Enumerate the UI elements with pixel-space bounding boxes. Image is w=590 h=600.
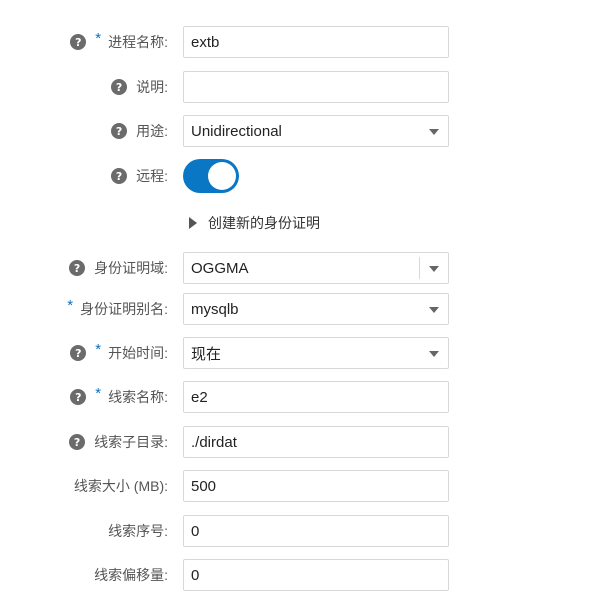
trail-offset-value: 0 — [191, 566, 200, 584]
trail-size-label: 线索大小 (MB): — [73, 478, 168, 494]
remote-label: 远程: — [136, 168, 168, 184]
toggle-knob — [208, 162, 236, 190]
trail-seq-value: 0 — [191, 522, 200, 540]
credential-domain-row: ? 身份证明域: OGGMA — [0, 252, 590, 284]
trail-name-row: ? * 线索名称: e2 — [0, 381, 590, 413]
start-time-row: ? * 开始时间: 现在 — [0, 337, 590, 369]
description-label: 说明: — [136, 79, 168, 95]
help-icon[interactable]: ? — [70, 345, 87, 361]
trail-offset-row: 线索偏移量: 0 — [0, 559, 590, 591]
process-name-row: ? * 进程名称: extb — [0, 26, 590, 58]
credential-alias-row: * 身份证明别名: mysqlb — [0, 293, 590, 325]
trail-size-row: 线索大小 (MB): 500 — [0, 470, 590, 502]
start-time-label: 开始时间: — [108, 345, 168, 361]
purpose-value: Unidirectional — [191, 122, 282, 140]
description-row: ? 说明: — [0, 71, 590, 103]
chevron-down-icon — [429, 351, 439, 357]
trail-subdir-value: ./dirdat — [191, 433, 237, 451]
process-name-value: extb — [191, 33, 220, 51]
purpose-select[interactable]: Unidirectional — [183, 115, 449, 147]
trail-seq-label: 线索序号: — [108, 523, 168, 539]
trail-size-value: 500 — [191, 477, 217, 495]
chevron-down-icon — [429, 307, 439, 313]
caret-right-icon — [189, 217, 197, 229]
process-name-input[interactable]: extb — [183, 26, 449, 58]
trail-subdir-input[interactable]: ./dirdat — [183, 426, 449, 458]
remote-row: ? 远程: — [0, 159, 590, 193]
trail-name-value: e2 — [191, 388, 208, 406]
start-time-select[interactable]: 现在 — [183, 337, 449, 369]
purpose-label: 用途: — [136, 123, 168, 139]
purpose-row: ? 用途: Unidirectional — [0, 115, 590, 147]
chevron-down-icon[interactable] — [429, 266, 439, 272]
required-marker: * — [67, 296, 74, 314]
trail-seq-row: 线索序号: 0 — [0, 515, 590, 547]
help-icon[interactable]: ? — [111, 168, 128, 184]
credential-alias-select[interactable]: mysqlb — [183, 293, 449, 325]
help-icon[interactable]: ? — [111, 123, 128, 139]
trail-offset-input[interactable]: 0 — [183, 559, 449, 591]
help-icon[interactable]: ? — [70, 34, 87, 50]
credential-domain-value: OGGMA — [191, 259, 249, 277]
remote-toggle[interactable] — [183, 159, 239, 193]
credential-alias-value: mysqlb — [191, 300, 239, 318]
create-credential-label: 创建新的身份证明 — [208, 215, 320, 231]
chevron-down-icon — [429, 129, 439, 135]
credential-domain-label: 身份证明域: — [94, 260, 168, 276]
trail-name-label: 线索名称: — [108, 389, 168, 405]
help-icon[interactable]: ? — [69, 260, 86, 276]
trail-size-input[interactable]: 500 — [183, 470, 449, 502]
trail-offset-label: 线索偏移量: — [94, 567, 168, 583]
required-marker: * — [95, 340, 102, 358]
required-marker: * — [95, 29, 102, 47]
divider — [419, 257, 420, 279]
trail-seq-input[interactable]: 0 — [183, 515, 449, 547]
help-icon[interactable]: ? — [111, 79, 128, 95]
process-name-label: 进程名称: — [108, 34, 168, 50]
start-time-value: 现在 — [191, 345, 222, 363]
create-credential-expander[interactable]: 创建新的身份证明 — [189, 213, 320, 233]
help-icon[interactable]: ? — [69, 434, 86, 450]
description-input[interactable] — [183, 71, 449, 103]
help-icon[interactable]: ? — [70, 389, 87, 405]
trail-subdir-label: 线索子目录: — [94, 434, 168, 450]
trail-subdir-row: ? 线索子目录: ./dirdat — [0, 426, 590, 458]
credential-alias-label: 身份证明别名: — [80, 301, 168, 317]
credential-domain-combobox[interactable]: OGGMA — [183, 252, 449, 284]
trail-name-input[interactable]: e2 — [183, 381, 449, 413]
required-marker: * — [95, 384, 102, 402]
